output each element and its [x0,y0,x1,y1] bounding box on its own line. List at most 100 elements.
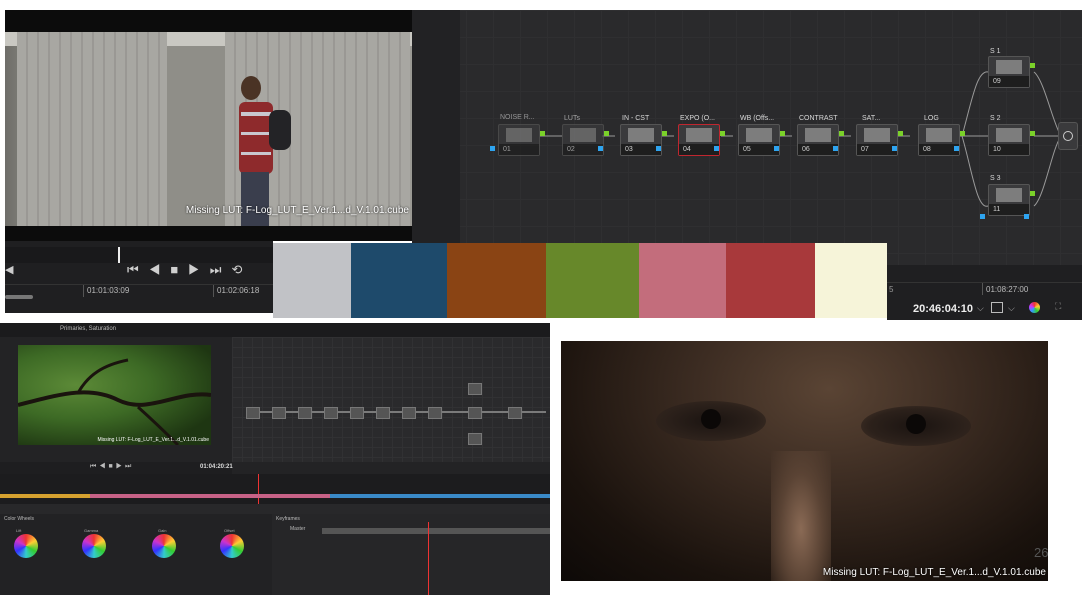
current-timecode[interactable]: 20:46:04:10 [913,303,973,315]
timeline-playhead[interactable] [258,474,259,504]
input-dot [490,146,495,151]
wheel-label-lift: Lift [16,528,22,533]
keyframe-playhead[interactable] [428,522,429,595]
node-label-log: LOG [924,115,939,122]
output-dot [604,131,609,136]
input-dot [774,146,779,151]
output-dot [1030,131,1035,136]
palette-swatch-red [726,243,815,318]
node-label-s2: S 2 [990,115,1001,122]
output-dot [780,131,785,136]
play-reverse-icon[interactable]: ◀ [149,262,171,277]
playback-controls: ⏮◀■▶⏭⟲ [127,262,252,278]
small-missing-lut-caption: Missing LUT: F-Log_LUT_E_Ver.1...d_V.1.0… [97,437,209,443]
keyframe-track [322,528,550,534]
scrub-bar[interactable] [5,247,273,263]
tick [83,285,84,297]
node-label-expo: EXPO (O... [680,115,716,122]
skip-forward-icon[interactable]: ⏭ [210,262,232,277]
chevron-down-icon[interactable]: ⌵ [977,303,984,314]
wheel-label-gain: Gain [158,528,167,533]
gamma-wheel[interactable] [82,534,106,558]
lift-wheel[interactable] [14,534,38,558]
stop-icon[interactable]: ■ [170,262,188,277]
palette-swatch-navy [351,243,447,318]
output-icon [1063,131,1073,141]
node-08[interactable]: 08 [918,124,960,156]
zoom-slider[interactable] [5,295,33,299]
monitor-icon[interactable] [991,302,1003,313]
missing-lut-caption-bottom: Missing LUT: F-Log_LUT_E_Ver.1...d_V.1.0… [822,567,1046,578]
keyframes-title: Keyframes [276,516,300,522]
nose-highlight [771,451,831,581]
eye-left [656,401,766,441]
eye-right [861,406,971,446]
viewer-bottom-right: Missing LUT: F-Log_LUT_E_Ver.1...d_V.1.0… [561,341,1048,581]
small-timecode: 01:04:20:21 [200,464,233,470]
node-label-s1: S 1 [990,48,1001,55]
resolve-ui-screenshot: Primaries, Saturation Missing LUT: F-Log… [0,323,550,595]
node-label-wb: WB (Offs... [740,115,775,122]
play-icon[interactable]: ▶ [188,262,210,277]
missing-lut-caption: Missing LUT: F-Log_LUT_E_Ver.1...d_V.1.0… [185,205,409,216]
timecode-marker: 01:08:27:00 [986,285,1029,294]
wheel-label-gamma: Gamma [84,528,99,533]
node-label-contrast: CONTRAST [799,115,838,122]
node-10[interactable]: 10 [988,124,1030,156]
node-03[interactable]: 03 [620,124,662,156]
small-viewer-tree: Missing LUT: F-Log_LUT_E_Ver.1...d_V.1.0… [18,345,211,445]
node-output[interactable] [1058,122,1078,150]
video-frame-garage [5,32,412,226]
input-dot [833,146,838,151]
output-dot [839,131,844,136]
ruler-tick-label: 5 [889,285,894,294]
playhead[interactable] [118,247,120,263]
loop-icon[interactable]: ⟲ [231,262,252,277]
palette-swatch-olive [546,243,639,318]
viewer-top-left: Missing LUT: F-Log_LUT_E_Ver.1...d_V.1.0… [5,10,412,241]
fullscreen-icon[interactable]: ⛶ [1055,301,1061,312]
node-09[interactable]: 09 [988,56,1030,88]
palette-swatch-cream [815,243,887,318]
node-label-luts: LUTs [564,115,580,122]
output-dot [1030,191,1035,196]
node-07[interactable]: 07 [856,124,898,156]
audio-icon[interactable]: ◀ [5,263,13,276]
tools-row [0,504,550,514]
skip-back-icon[interactable]: ⏮ [127,262,149,277]
node-04-selected[interactable]: 04 [678,124,720,156]
node-02[interactable]: 02 [562,124,604,156]
input-dot [598,146,603,151]
gain-wheel[interactable] [152,534,176,558]
node-06[interactable]: 06 [797,124,839,156]
wheels-title: Color Wheels [4,516,35,522]
color-wheel-icon[interactable] [1029,302,1040,313]
palette-swatch-rose [639,243,726,318]
keyframes-master: Master [290,526,306,532]
node-label-sat: SAT... [862,115,881,122]
top-toolbar: Primaries, Saturation [0,323,550,337]
output-dot [898,131,903,136]
tick [982,283,983,295]
output-dot [540,131,545,136]
timecode-left: 01:01:03:09 [87,286,130,295]
input-dot [954,146,959,151]
wheel-label-offset: Offset [224,528,235,533]
timeline[interactable] [0,474,550,504]
node-label-s3: S 3 [990,175,1001,182]
tick [213,285,214,297]
chevron-down-icon[interactable]: ⌵ [1008,303,1015,314]
node-11[interactable]: 11 [988,184,1030,216]
tab-title[interactable]: Primaries, Saturation [60,326,116,332]
input-dot [892,146,897,151]
node-05[interactable]: 05 [738,124,780,156]
output-dot [720,131,725,136]
input-dot [1024,214,1029,219]
color-wheels-panel: Color Wheels Lift Gamma Gain Offset [0,514,272,595]
small-playback-icons[interactable]: ⏮◀■▶⏭ [90,463,134,471]
input-dot [714,146,719,151]
node-01[interactable]: 01 [498,124,540,156]
timecode-right: 01:02:06:18 [217,286,260,295]
keyframes-panel: Keyframes Master [272,514,550,595]
offset-wheel[interactable] [220,534,244,558]
